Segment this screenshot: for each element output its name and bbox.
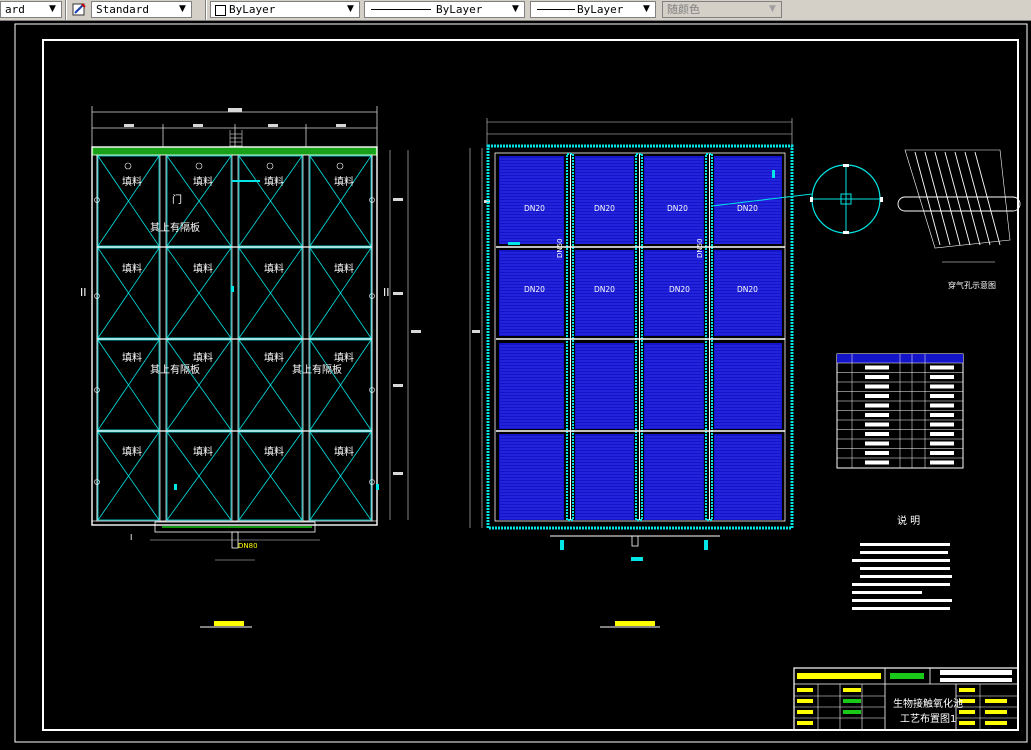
plot-style-combo: 随颜色 ▼ bbox=[662, 1, 782, 18]
svg-text:其上有隔板: 其上有隔板 bbox=[292, 363, 342, 376]
title-sub: 工艺布置图1 bbox=[900, 713, 956, 725]
toolbar-separator bbox=[65, 0, 67, 20]
aeration-view-caption bbox=[615, 621, 655, 626]
linetype-combo[interactable]: ByLayer ▼ bbox=[364, 1, 525, 18]
svg-text:填料: 填料 bbox=[264, 351, 284, 364]
svg-text:填料: 填料 bbox=[193, 351, 213, 364]
svg-text:II: II bbox=[80, 286, 87, 299]
chevron-down-icon: ▼ bbox=[769, 4, 776, 14]
svg-text:DN50: DN50 bbox=[556, 238, 564, 258]
svg-text:填料: 填料 bbox=[193, 445, 213, 458]
svg-text:填料: 填料 bbox=[122, 445, 142, 458]
aerator-panel bbox=[499, 343, 564, 429]
left-pipe-label: DN80 bbox=[238, 542, 258, 550]
svg-text:其上有隔板: 其上有隔板 bbox=[150, 363, 200, 376]
chevron-down-icon[interactable]: ▼ bbox=[46, 2, 59, 17]
color-combo[interactable]: ByLayer ▼ bbox=[210, 1, 360, 18]
chevron-down-icon[interactable]: ▼ bbox=[176, 2, 189, 17]
dimension-style-icon[interactable] bbox=[71, 1, 89, 18]
svg-text:DN20: DN20 bbox=[667, 204, 688, 213]
svg-text:DN20: DN20 bbox=[594, 204, 615, 213]
svg-text:门: 门 bbox=[172, 193, 182, 206]
svg-text:填料: 填料 bbox=[334, 175, 354, 188]
aeration-layout-view: DN20 DN20 DN20 DN20 DN20 DN20 DN20 DN20 … bbox=[469, 118, 813, 628]
chevron-down-icon[interactable]: ▼ bbox=[509, 2, 522, 17]
svg-text:DN50: DN50 bbox=[696, 238, 704, 258]
svg-text:填料: 填料 bbox=[264, 445, 284, 458]
plan-view-caption bbox=[214, 621, 244, 626]
title-block: 生物接触氧化池 工艺布置图1 bbox=[793, 667, 1019, 731]
svg-text:DN20: DN20 bbox=[669, 285, 690, 294]
aerator-panel bbox=[499, 434, 564, 520]
svg-text:其上有隔板: 其上有隔板 bbox=[150, 221, 200, 234]
cad-drawing-canvas[interactable]: 填料 填料 填料 填料 填料 填料 填料 填料 填料 填料 填料 填料 填料 填… bbox=[0, 20, 1031, 746]
material-table bbox=[836, 353, 964, 469]
svg-text:I: I bbox=[130, 533, 132, 542]
dimension-style-combo[interactable]: Standard ▼ bbox=[91, 1, 192, 18]
svg-text:填料: 填料 bbox=[122, 351, 142, 364]
svg-text:DN20: DN20 bbox=[737, 204, 758, 213]
svg-text:II: II bbox=[383, 286, 390, 299]
aerator-panel bbox=[575, 434, 634, 520]
notes-title: 说 明 bbox=[897, 514, 920, 527]
svg-text:填料: 填料 bbox=[334, 262, 354, 275]
svg-text:填料: 填料 bbox=[122, 262, 142, 275]
svg-text:DN20: DN20 bbox=[594, 285, 615, 294]
chevron-down-icon[interactable]: ▼ bbox=[344, 2, 357, 17]
svg-text:DN20: DN20 bbox=[737, 285, 758, 294]
svg-text:DN20: DN20 bbox=[524, 204, 545, 213]
svg-text:填料: 填料 bbox=[334, 351, 354, 364]
lineweight-sample-icon bbox=[537, 9, 575, 10]
lineweight-combo[interactable]: ByLayer ▼ bbox=[530, 1, 656, 18]
cad-drawing-svg[interactable]: 填料 填料 填料 填料 填料 填料 填料 填料 填料 填料 填料 填料 填料 填… bbox=[0, 20, 1031, 746]
aerator-panel bbox=[714, 434, 782, 520]
chevron-down-icon[interactable]: ▼ bbox=[640, 2, 653, 17]
detail-view: 穿气孔示意图 说 明 生物接触氧化池 工艺布置图1 bbox=[793, 149, 1021, 731]
title-main: 生物接触氧化池 bbox=[893, 697, 963, 710]
svg-text:填料: 填料 bbox=[193, 262, 213, 275]
text-style-combo[interactable]: ard ▼ bbox=[0, 1, 62, 18]
svg-text:填料: 填料 bbox=[264, 175, 284, 188]
svg-text:填料: 填料 bbox=[122, 175, 142, 188]
aerator-panel bbox=[714, 343, 782, 429]
svg-text:填料: 填料 bbox=[334, 445, 354, 458]
svg-text:填料: 填料 bbox=[264, 262, 284, 275]
detail-caption: 穿气孔示意图 bbox=[948, 280, 996, 290]
linetype-sample-icon bbox=[371, 9, 431, 10]
svg-text:填料: 填料 bbox=[193, 175, 213, 188]
svg-text:DN20: DN20 bbox=[524, 285, 545, 294]
toolbar-separator bbox=[205, 0, 207, 20]
properties-toolbar: ard ▼ Standard ▼ ByLayer ▼ ByLayer ▼ ByL… bbox=[0, 0, 1031, 21]
aerator-panel bbox=[644, 343, 704, 429]
aerator-panel bbox=[644, 434, 704, 520]
color-swatch-icon bbox=[215, 5, 226, 16]
aerator-panel bbox=[575, 343, 634, 429]
plan-layout-view: 填料 填料 填料 填料 填料 填料 填料 填料 填料 填料 填料 填料 填料 填… bbox=[80, 106, 421, 628]
